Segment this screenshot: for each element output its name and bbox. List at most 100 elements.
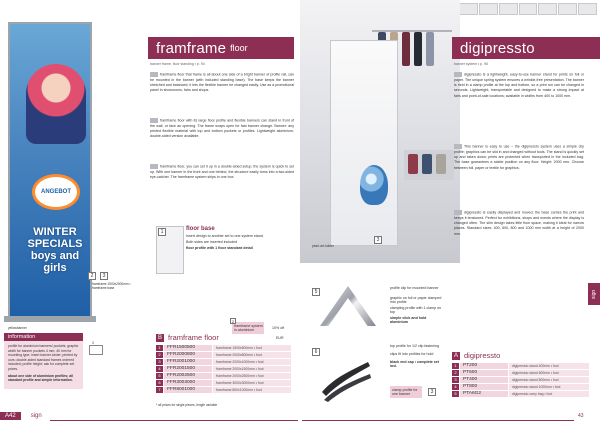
table-row: 7 FFR8001000 framframe 800x1000mm • foot	[156, 386, 291, 393]
side-tab-label: sign	[591, 289, 597, 299]
note-tag: 2	[230, 318, 236, 324]
product-description: framframe 1500x500mm • foot	[213, 344, 291, 351]
currency-note: EUR	[276, 336, 284, 340]
table-row: 3 PT400 digipressto stand 800mm • foot	[452, 376, 589, 383]
skier-figure	[26, 64, 86, 144]
note-text: clamp profile for one banner	[392, 388, 418, 396]
product-code: PTA6G2	[460, 390, 508, 397]
info-text-2: about one side of aluminium profiles; al…	[8, 373, 73, 383]
paragraph-text: digipressto is easily displayed and move…	[454, 210, 584, 236]
row-index: 3	[156, 358, 163, 365]
product-code: PT200	[460, 362, 508, 369]
footer-divider	[50, 420, 298, 421]
body-paragraph-1: framframe floor that frame is all about …	[150, 72, 294, 94]
clip-note: graphic on foil or paper clamped into pr…	[390, 296, 442, 304]
page-number: A42	[0, 412, 21, 420]
insert-text: Both sides are inserted included	[186, 240, 238, 244]
product-description: framframe 2000x2500mm • foot	[213, 372, 291, 379]
insert-text: floor profile with 1 floor standard deta…	[186, 246, 253, 250]
product-description: digipressto stand 1000mm • foot	[509, 383, 589, 390]
row-index: 5	[156, 372, 163, 379]
flag-icon	[454, 72, 462, 77]
row-index: 1	[452, 362, 459, 369]
figure-tag: 3	[374, 236, 382, 244]
table-row: 6 FFR3003000 framframe 3000x3000mm • foot	[156, 379, 291, 386]
product-code: FFR2002500	[164, 372, 212, 379]
body-paragraph-1: digipressto is a lightweight, easy-to-us…	[454, 72, 584, 99]
table-row: 4 PT800 digipressto stand 1000mm • foot	[452, 383, 589, 390]
note-text: framframe system in aluminium	[234, 324, 263, 332]
product-description: framframe 3000x3000mm • foot	[213, 379, 291, 386]
body-paragraph-2: This banner is easy to use – the digipre…	[454, 144, 584, 171]
water-drop-graphic	[360, 165, 388, 205]
table-row: 3 FFR2001000 framframe 2000x1000mm • foot	[156, 358, 291, 365]
row-index: 4	[156, 365, 163, 372]
page-title: digipressto	[460, 39, 535, 57]
body-paragraph-3: digipressto is easily displayed and move…	[454, 210, 584, 237]
body-paragraph-3: framframe floor, you can set it up in a …	[150, 164, 294, 180]
product-code: PT400	[460, 376, 508, 383]
figure-tag: 3	[100, 272, 108, 280]
section-letter: A	[452, 351, 460, 360]
paragraph-text: framframe floor that frame is all about …	[150, 72, 294, 93]
clip-note: profile clip for mounted banner	[390, 286, 439, 290]
clip-desc: black end cap • complete set incl.	[390, 360, 439, 368]
row-index: 7	[156, 386, 163, 393]
photo-caption: pearl-art-holder	[312, 244, 334, 248]
banner-stand-photo: ANGEBOT WINTER SPECIALS boys and girls	[8, 22, 92, 318]
body-paragraph-2: framframe floor with its large floor pro…	[150, 118, 294, 140]
garment	[422, 154, 432, 174]
garment	[436, 154, 446, 174]
info-box: profile for aluminium banners/ pockets; …	[4, 341, 83, 389]
digipressto-stand	[330, 40, 398, 246]
flag-icon	[150, 72, 158, 77]
product-description: framframe 2000x1500mm • foot	[213, 365, 291, 372]
offer-badge: ANGEBOT	[32, 174, 80, 210]
page-number: 43	[578, 413, 584, 419]
table-row: 2 PT600 digipressto stand 600mm • foot	[452, 369, 589, 376]
table-row: 4 FFR2001500 framframe 2000x1500mm • foot	[156, 365, 291, 372]
right-footer: 43	[578, 412, 584, 420]
paragraph-text: framframe floor with its large floor pro…	[150, 118, 294, 139]
clip-desc: clips fit into profiles for hold	[390, 352, 434, 356]
tagline: banner frame, floor standing • p. 94	[150, 62, 205, 66]
product-description: framframe 2000x800mm • foot	[213, 351, 291, 358]
garment	[414, 32, 422, 66]
table-row: 1 FFR1500500 framframe 1500x500mm • foot	[156, 344, 291, 351]
insert-title: floor base	[186, 226, 215, 232]
flag-icon	[150, 164, 158, 169]
info-title: information	[8, 334, 36, 340]
insert-text: Insert design to another set to one syst…	[186, 234, 264, 238]
chapter-side-tab[interactable]: sign	[588, 283, 600, 305]
row-index: 4	[452, 383, 459, 390]
product-description: digipressto carry bag • foot	[509, 390, 589, 397]
footnote: * all prices for single pieces, length v…	[156, 403, 218, 407]
footer-divider	[302, 420, 574, 421]
product-description: digipressto stand 600mm • foot	[509, 369, 589, 376]
garment	[408, 154, 418, 174]
product-description: digipressto stand 400mm • foot	[509, 362, 589, 369]
page-title-sub: floor	[230, 43, 248, 53]
footer-sign: sign	[30, 413, 42, 419]
frame-icon	[89, 345, 103, 355]
row-index: 3	[452, 376, 459, 383]
clip-note: clamping profile with 1 clamp on top	[390, 306, 442, 314]
table-row: 1 PT200 digipressto stand 400mm • foot	[452, 362, 589, 369]
row-index: 2	[156, 351, 163, 358]
product-description: framframe 2000x1000mm • foot	[213, 358, 291, 365]
left-title-bar: framframe floor	[148, 37, 294, 59]
table-row: 2 FFR2000800 framframe 2000x800mm • foot	[156, 351, 291, 358]
paragraph-text: framframe floor, you can set it up in a …	[150, 164, 294, 180]
garment	[426, 32, 434, 66]
info-title-bar: information	[4, 333, 83, 341]
paragraph-text: This banner is easy to use – the digipre…	[454, 144, 584, 170]
banner-stand-base	[4, 316, 96, 322]
note-extra: 10% off	[272, 326, 285, 330]
product-code: FFR1500500	[164, 344, 212, 351]
product-description: digipressto stand 800mm • foot	[509, 376, 589, 383]
note-tag: 3	[428, 388, 436, 396]
flag-icon	[150, 118, 158, 123]
figure-tag: 2	[88, 272, 96, 280]
page-title: framframe	[156, 39, 227, 57]
product-code: PT800	[460, 383, 508, 390]
